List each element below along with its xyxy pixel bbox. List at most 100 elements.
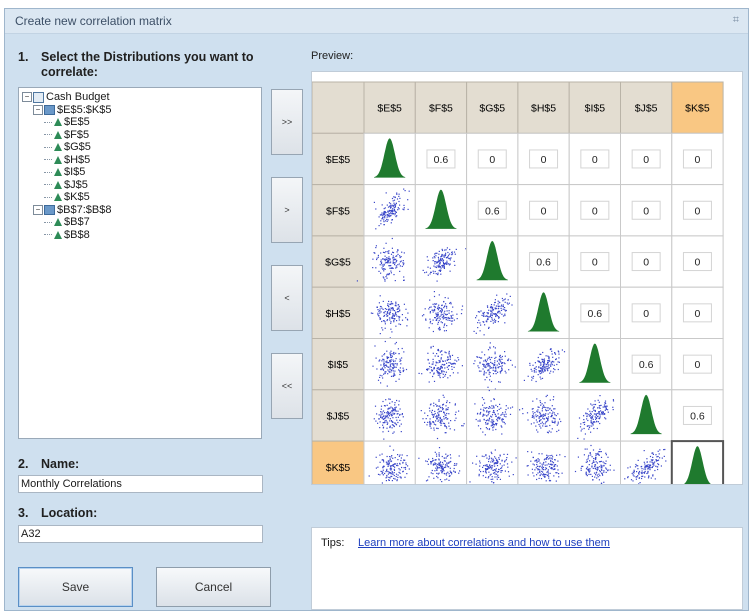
scatter-point <box>372 267 374 269</box>
collapse-icon[interactable]: − <box>33 204 43 215</box>
tree-node[interactable]: − $E$5:$K$5 <box>19 104 261 117</box>
scatter-point <box>449 356 451 358</box>
scatter-point <box>403 188 405 190</box>
scatter-point <box>537 472 539 474</box>
scatter-point <box>393 274 395 276</box>
distribution-tree[interactable]: − Cash Budget − $E$5:$K$5 $E$5 $F$5 $G$5 $H$5 $I… <box>18 87 262 439</box>
scatter-point <box>430 366 432 368</box>
tree-node[interactable]: $K$5 <box>19 191 261 204</box>
matrix-cell[interactable] <box>363 338 416 391</box>
scatter-point <box>425 460 427 462</box>
tree-node[interactable]: $B$8 <box>19 229 261 242</box>
scatter-point <box>392 259 394 261</box>
scatter-point <box>383 312 385 314</box>
close-icon[interactable]: ⌗ <box>733 14 739 27</box>
add-button[interactable]: > <box>271 177 303 243</box>
scatter-point <box>375 267 377 269</box>
scatter-point <box>377 254 379 256</box>
tree-node[interactable]: $G$5 <box>19 141 261 154</box>
tree-node[interactable]: $J$5 <box>19 179 261 192</box>
scatter-point <box>447 466 449 468</box>
scatter-point <box>386 385 388 387</box>
scatter-point <box>647 465 649 467</box>
scatter-point <box>393 262 395 264</box>
name-input[interactable]: Monthly Correlations <box>18 475 263 493</box>
scatter-point <box>588 454 590 456</box>
add-all-button[interactable]: >> <box>271 89 303 155</box>
scatter-point <box>590 431 592 433</box>
scatter-point <box>503 464 505 466</box>
scatter-point <box>387 465 389 467</box>
scatter-point <box>433 427 435 429</box>
scatter-point <box>454 264 456 266</box>
location-input[interactable]: A32 <box>18 525 263 543</box>
scatter-point <box>547 470 549 472</box>
scatter-point <box>384 321 386 323</box>
matrix-cell[interactable] <box>414 389 468 442</box>
scatter-point <box>540 427 542 429</box>
scatter-point <box>447 251 449 254</box>
scatter-point <box>605 454 607 456</box>
scatter-point <box>448 352 450 354</box>
scatter-point <box>599 395 601 397</box>
scatter-point <box>652 474 654 476</box>
scatter-point <box>500 361 502 363</box>
scatter-point <box>540 415 542 417</box>
scatter-point <box>399 463 401 465</box>
collapse-icon[interactable]: − <box>22 92 32 103</box>
scatter-point <box>544 363 546 365</box>
tree-node[interactable]: $H$5 <box>19 154 261 167</box>
matrix-cell[interactable] <box>414 338 468 391</box>
scatter-point <box>536 429 538 431</box>
tree-node[interactable]: $B$7 <box>19 216 261 229</box>
scatter-point <box>397 253 399 255</box>
scatter-point <box>403 207 405 209</box>
matrix-cell[interactable] <box>414 440 468 493</box>
scatter-point <box>649 469 651 471</box>
scatter-point <box>451 366 453 368</box>
scatter-point <box>586 461 588 463</box>
tree-node[interactable]: − $B$7:$B$8 <box>19 204 261 217</box>
scatter-point <box>532 472 534 474</box>
tree-node[interactable]: − Cash Budget <box>19 91 261 104</box>
remove-button[interactable]: < <box>271 265 303 331</box>
tree-node[interactable]: $F$5 <box>19 129 261 142</box>
scatter-point <box>388 460 390 462</box>
scatter-point <box>479 420 481 422</box>
scatter-point <box>400 423 402 425</box>
matrix-cell[interactable] <box>466 389 519 442</box>
scatter-point <box>403 467 405 469</box>
scatter-point <box>506 463 509 465</box>
scatter-point <box>392 449 395 451</box>
scatter-point <box>478 367 480 369</box>
scatter-point <box>434 451 436 453</box>
tree-node[interactable]: $E$5 <box>19 116 261 129</box>
learn-more-link[interactable]: Learn more about correlations and how to… <box>358 537 610 549</box>
scatter-point <box>447 356 449 358</box>
scatter-point <box>591 411 593 413</box>
scatter-point <box>656 456 658 458</box>
scatter-point <box>437 367 439 369</box>
scatter-point <box>396 193 398 195</box>
scatter-point <box>395 265 397 267</box>
scatter-point <box>552 462 555 464</box>
scatter-point <box>494 321 496 323</box>
scatter-point <box>387 366 389 368</box>
scatter-point <box>380 311 382 313</box>
matrix-cell[interactable] <box>363 235 416 288</box>
save-button[interactable]: Save <box>18 567 133 607</box>
scatter-point <box>545 480 547 482</box>
tree-connector <box>44 134 52 136</box>
matrix-cell[interactable] <box>568 389 622 442</box>
scatter-point <box>550 416 552 418</box>
scatter-point <box>480 428 482 430</box>
scatter-point <box>431 323 433 325</box>
tree-node[interactable]: $I$5 <box>19 166 261 179</box>
scatter-point <box>433 272 435 274</box>
remove-all-button[interactable]: << <box>271 353 303 419</box>
distribution-icon <box>54 230 62 239</box>
collapse-icon[interactable]: − <box>33 104 43 115</box>
cancel-button[interactable]: Cancel <box>156 567 271 607</box>
matrix-cell[interactable] <box>414 235 468 288</box>
matrix-cell[interactable] <box>466 440 519 493</box>
